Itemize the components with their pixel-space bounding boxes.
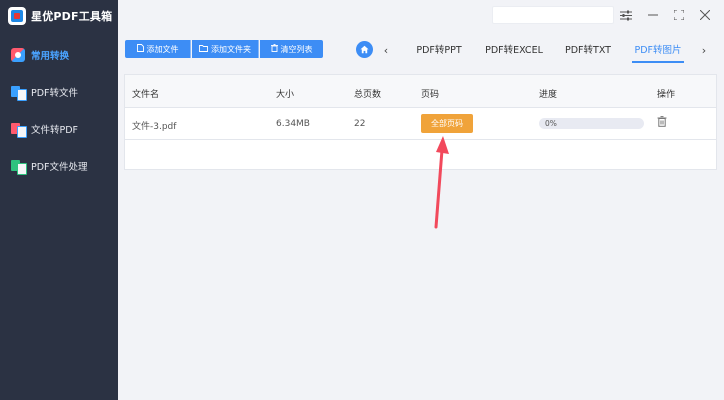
- sidebar-item-label: PDF文件处理: [31, 162, 88, 173]
- header-pages: 总页数: [354, 90, 382, 100]
- add-folder-button[interactable]: 添加文件夹: [192, 40, 259, 58]
- trash-icon: [270, 44, 278, 54]
- sidebar-item-label: PDF转文件: [31, 88, 79, 99]
- file-to-pdf-icon: [10, 121, 27, 138]
- clear-list-button[interactable]: 清空列表: [260, 40, 323, 58]
- sidebar-item-pdf-process[interactable]: PDF文件处理: [10, 156, 88, 176]
- minimize-icon[interactable]: [644, 6, 662, 24]
- active-tab-indicator: [632, 61, 684, 63]
- sidebar-item-pdf-to-file[interactable]: PDF转文件: [10, 82, 78, 102]
- maximize-icon[interactable]: [670, 6, 688, 24]
- pdf-to-file-icon: [10, 84, 27, 101]
- progress-text: 0%: [545, 119, 557, 128]
- cell-size: 6.34MB: [276, 119, 310, 129]
- add-folder-label: 添加文件夹: [211, 44, 251, 54]
- header-page-range: 页码: [421, 90, 440, 100]
- chevron-right-icon[interactable]: ›: [697, 40, 711, 60]
- sliders-icon[interactable]: [617, 6, 635, 24]
- title-search-box[interactable]: [492, 6, 614, 24]
- sidebar: 星优PDF工具箱 常用转换 PDF转文件 文件转PDF PDF文件处理: [0, 0, 118, 400]
- progress-bar: 0%: [539, 118, 644, 129]
- header-actions: 操作: [657, 90, 676, 100]
- folder-icon: [199, 44, 208, 54]
- tab-pdf-to-ppt[interactable]: PDF转PPT: [410, 42, 468, 56]
- add-file-button[interactable]: 添加文件: [125, 40, 191, 58]
- chevron-left-icon[interactable]: ‹: [379, 40, 393, 60]
- close-icon[interactable]: [696, 6, 714, 24]
- home-button[interactable]: [356, 41, 373, 58]
- home-icon: [360, 45, 369, 54]
- header-filename: 文件名: [132, 90, 160, 100]
- sidebar-item-label: 常用转换: [31, 51, 70, 62]
- header-size: 大小: [276, 90, 295, 100]
- delete-row-trash-icon[interactable]: [657, 116, 671, 130]
- add-file-label: 添加文件: [146, 44, 179, 54]
- app-logo-icon: [8, 7, 26, 25]
- tab-pdf-to-txt[interactable]: PDF转TXT: [561, 42, 615, 56]
- home-icon: [10, 47, 26, 63]
- table-header: 文件名 大小 总页数 页码 进度 操作: [125, 75, 716, 108]
- tab-pdf-to-excel[interactable]: PDF转EXCEL: [482, 42, 546, 56]
- annotation-arrow: [434, 136, 449, 229]
- clear-list-label: 清空列表: [280, 44, 313, 54]
- cell-filename: 文件-3.pdf: [132, 122, 177, 132]
- pdf-process-icon: [10, 158, 27, 175]
- header-progress: 进度: [539, 90, 558, 100]
- tab-pdf-to-image[interactable]: PDF转图片: [632, 42, 684, 56]
- sidebar-item-file-to-pdf[interactable]: 文件转PDF: [10, 119, 78, 139]
- brand: 星优PDF工具箱: [8, 6, 112, 26]
- file-icon: [136, 44, 144, 54]
- cell-pages: 22: [354, 119, 366, 129]
- sidebar-item-label: 文件转PDF: [31, 125, 79, 136]
- sidebar-item-common-convert[interactable]: 常用转换: [10, 45, 69, 65]
- app-title: 星优PDF工具箱: [31, 10, 113, 23]
